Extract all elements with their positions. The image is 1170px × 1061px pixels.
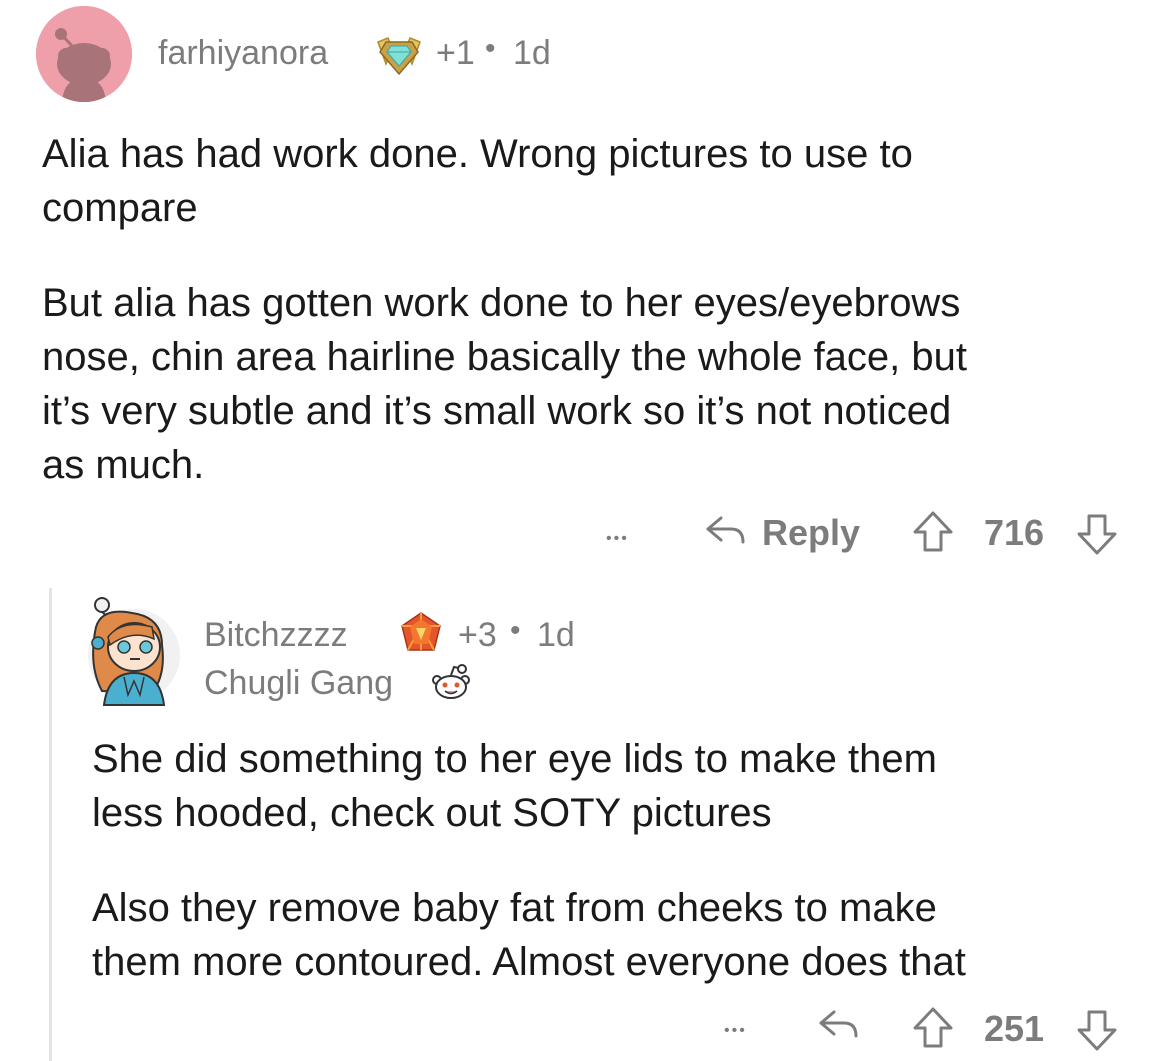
- upvote-icon[interactable]: [912, 1006, 954, 1050]
- award-icon[interactable]: [374, 34, 424, 76]
- reply-icon[interactable]: [816, 1006, 862, 1042]
- avatar[interactable]: [82, 595, 180, 706]
- reply-button[interactable]: Reply: [762, 512, 860, 554]
- more-options-button[interactable]: •••: [724, 1022, 747, 1040]
- vote-score: 716: [984, 512, 1045, 553]
- comment-body-line: Alia has had work done. Wrong pictures t…: [42, 132, 913, 176]
- flair-snoo-icon: [428, 662, 474, 702]
- meta-separator: •: [510, 614, 521, 647]
- thread-line[interactable]: [49, 588, 52, 1061]
- comment-body-line: But alia has gotten work done to her eye…: [42, 281, 961, 325]
- comment-body-line: them more contoured. Almost everyone doe…: [92, 940, 966, 984]
- award-count: +3: [458, 616, 497, 654]
- comment-age: 1d: [513, 34, 551, 72]
- avatar[interactable]: [36, 6, 132, 102]
- meta-separator: •: [485, 32, 496, 65]
- award-icon[interactable]: [398, 610, 444, 656]
- upvote-icon[interactable]: [912, 510, 954, 554]
- comment-age: 1d: [537, 616, 575, 654]
- downvote-icon[interactable]: [1076, 512, 1118, 556]
- reply-icon[interactable]: [703, 512, 749, 548]
- comment-body-line: She did something to her eye lids to mak…: [92, 737, 937, 781]
- comment-body-line: it’s very subtle and it’s small work so …: [42, 389, 952, 433]
- comment-body-line: nose, chin area hairline basically the w…: [42, 335, 967, 379]
- snoo-avatar-icon: [88, 597, 180, 706]
- downvote-icon[interactable]: [1076, 1008, 1118, 1052]
- vote-score: 251: [984, 1008, 1045, 1049]
- award-count: +1: [436, 34, 475, 72]
- comment-body-line: Also they remove baby fat from cheeks to…: [92, 886, 937, 930]
- comment-body-line: compare: [42, 186, 198, 230]
- comment-body-line: as much.: [42, 443, 205, 487]
- snoo-avatar-icon: [36, 6, 132, 102]
- comment-author[interactable]: farhiyanora: [158, 34, 328, 73]
- user-flair: Chugli Gang: [204, 664, 394, 702]
- comment-author[interactable]: Bitchzzzz: [204, 616, 348, 655]
- more-options-button[interactable]: •••: [606, 530, 629, 548]
- comment-body-line: less hooded, check out SOTY pictures: [92, 791, 772, 835]
